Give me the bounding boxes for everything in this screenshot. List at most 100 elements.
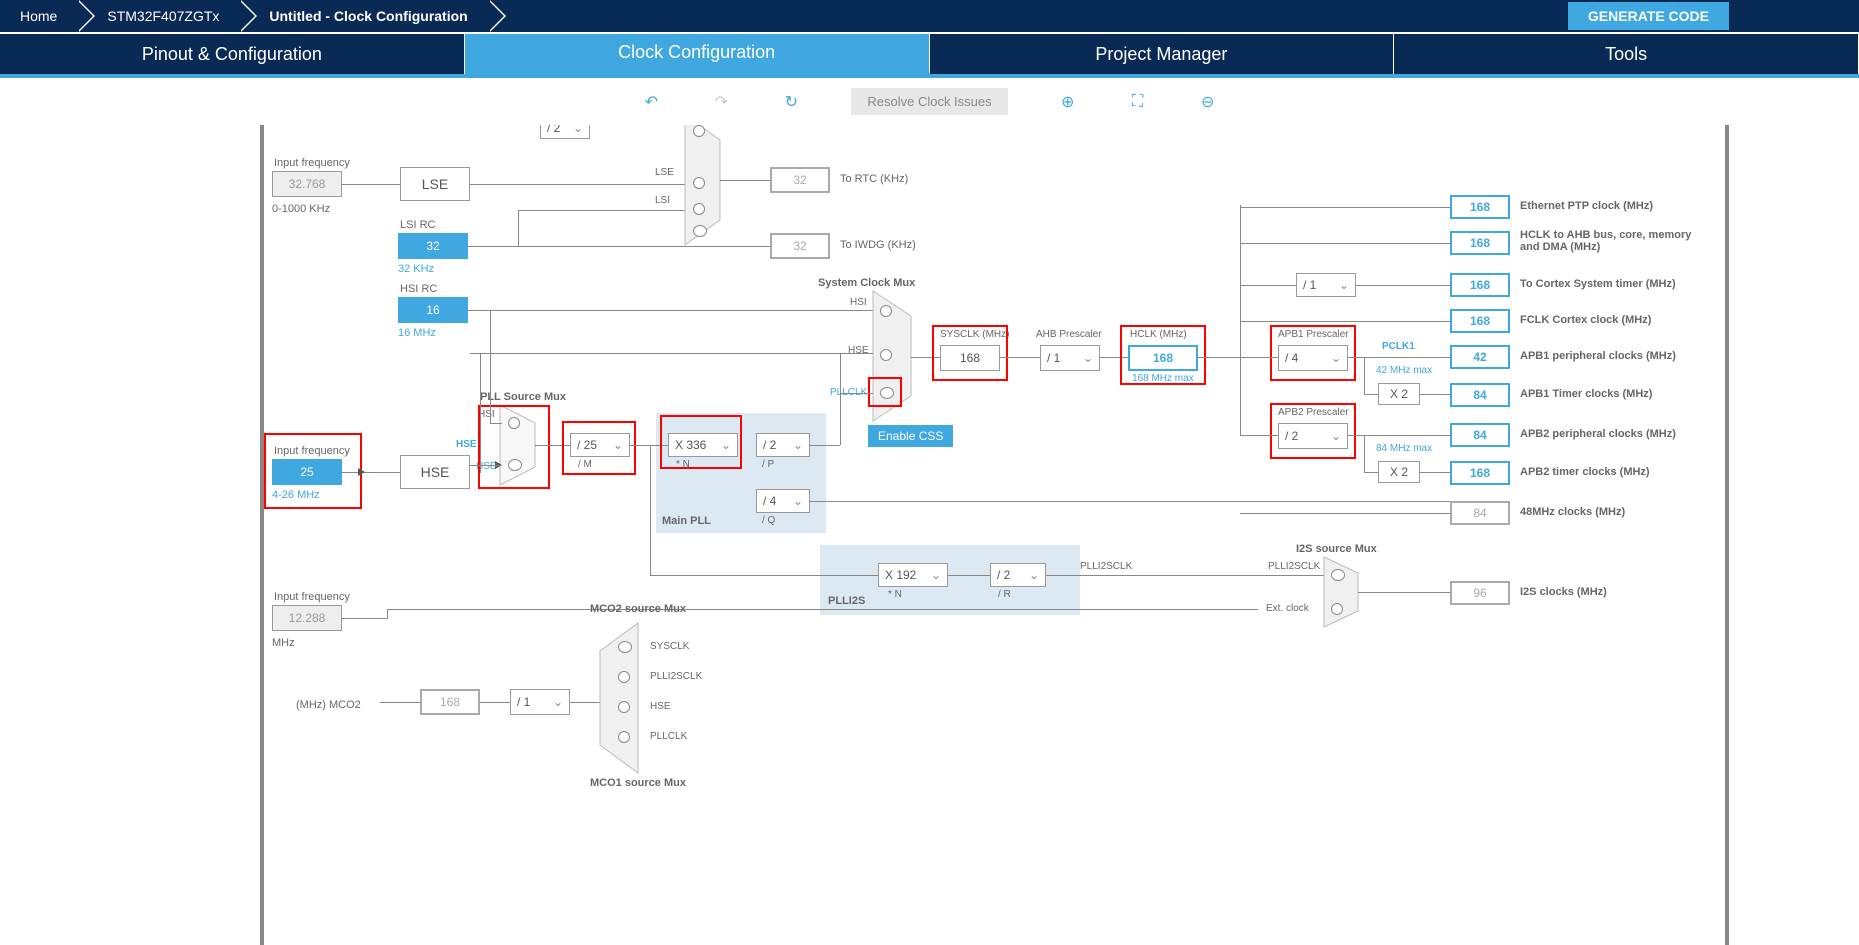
refresh-icon[interactable]: ↻ [781,92,801,112]
i2s-mux-plli2s-radio[interactable] [1331,569,1345,581]
plli2sclk-label-1: PLLI2SCLK [1080,561,1132,572]
rtc-mux-lsi-radio[interactable] [693,203,705,215]
tab-project[interactable]: Project Manager [930,34,1395,74]
lsi-signal-label: LSI [655,195,670,206]
pll-q-divider[interactable]: / 4 [756,489,810,513]
lse-signal-label: LSE [655,167,674,178]
apb1-prescaler[interactable]: / 4 [1278,345,1348,371]
out-systick-value: 168 [1450,273,1510,297]
plli2s-label: PLLI2S [828,595,865,607]
out-eth-label: Ethernet PTP clock (MHz) [1520,200,1653,212]
out-apb1p-label: APB1 peripheral clocks (MHz) [1520,350,1676,362]
undo-icon[interactable]: ↶ [641,92,661,112]
tab-pinout[interactable]: Pinout & Configuration [0,34,465,74]
lse-input-value[interactable]: 32.768 [272,171,342,197]
tab-clock[interactable]: Clock Configuration [465,34,930,74]
out-fclk-value: 168 [1450,309,1510,333]
hsi-value: 16 [398,297,468,323]
mco2-opt-hse: HSE [650,701,671,712]
hse-signal-label: HSE [456,439,477,450]
mco2-sysclk-radio[interactable] [618,641,632,653]
sysclk-value[interactable]: 168 [940,345,1000,371]
hse-source: HSE [400,455,470,489]
pll-n-multiplier[interactable]: X 336 [668,433,738,457]
divider-right [1725,125,1729,945]
breadcrumb-device[interactable]: STM32F407ZGTx [77,0,239,32]
hclk-max: 168 MHz max [1132,373,1194,384]
pll-n-label: * N [676,459,690,470]
out-usb48-label: 48MHz clocks (MHz) [1520,506,1625,518]
pll-p-label: / P [762,459,774,470]
hclk-label: HCLK (MHz) [1130,329,1187,340]
audio-input-title: Input frequency [274,591,350,603]
main-pll-label: Main PLL [662,515,711,527]
hsi-unit: 16 MHz [398,327,436,339]
sysmux-hsi-label: HSI [850,297,867,308]
apb2-timer-mult: X 2 [1378,461,1420,483]
out-i2s-label: I2S clocks (MHz) [1520,586,1607,598]
tab-tools[interactable]: Tools [1394,34,1859,74]
zoom-out-icon[interactable]: ⊖ [1198,92,1218,112]
out-usb48-value: 84 [1450,501,1510,525]
hse-input-value[interactable]: 25 [272,459,342,485]
out-apb2t-label: APB2 timer clocks (MHz) [1520,466,1650,478]
pclk1-label: PCLK1 [1382,341,1415,352]
breadcrumb-home[interactable]: Home [0,0,77,32]
fit-icon[interactable]: ⛶ [1128,92,1148,112]
systick-divider[interactable]: / 1 [1296,273,1356,297]
generate-code-button[interactable]: GENERATE CODE [1568,2,1729,30]
zoom-in-icon[interactable]: ⊕ [1058,92,1078,112]
mco2-divider[interactable]: / 1 [510,689,570,715]
pclk2-max: 84 MHz max [1376,443,1432,454]
pll-m-divider[interactable]: / 25 [570,433,630,457]
mco2-opt-sysclk: SYSCLK [650,641,689,652]
mco2-plli2s-radio[interactable] [618,671,630,683]
hsi-rc-label: HSI RC [400,283,437,295]
apb1-timer-mult: X 2 [1378,383,1420,405]
lse-source: LSE [400,167,470,201]
i2s-mux-title: I2S source Mux [1296,543,1377,555]
enable-css-button[interactable]: Enable CSS [868,425,953,447]
plli2s-n-multiplier[interactable]: X 192 [878,563,948,587]
main-tabs: Pinout & Configuration Clock Configurati… [0,34,1859,74]
divider-left [260,125,264,945]
mco2-hse-radio[interactable] [618,701,630,713]
rtc-output-value: 32 [770,167,830,193]
ahb-prescaler-label: AHB Prescaler [1036,329,1102,340]
breadcrumb-page[interactable]: Untitled - Clock Configuration [239,0,487,32]
out-apb2p-label: APB2 peripheral clocks (MHz) [1520,428,1676,440]
out-fclk-label: FCLK Cortex clock (MHz) [1520,314,1651,326]
rtc-mux-none-radio[interactable] [693,225,707,237]
lsi-unit: 32 KHz [398,263,434,275]
apb2-prescaler[interactable]: / 2 [1278,423,1348,449]
clock-diagram[interactable]: Input frequency 32.768 0-1000 KHz LSE LS… [0,125,1859,945]
rtc-mux-lse-radio[interactable] [693,177,705,189]
mco2-pllclk-radio[interactable] [618,731,630,743]
sysmux-pllclk-radio[interactable] [880,387,894,399]
sysclk-label: SYSCLK (MHz) [940,329,1009,340]
mco2-output-label: (MHz) MCO2 [296,699,361,711]
audio-input-value[interactable]: 12.288 [272,605,342,631]
rtc-hse-divider[interactable]: / 2 [540,125,590,139]
plli2s-r-label: / R [998,589,1011,600]
sysmux-hsi-radio[interactable] [880,305,892,317]
resolve-clock-issues-button[interactable]: Resolve Clock Issues [851,88,1007,115]
hclk-value[interactable]: 168 [1128,345,1198,371]
iwdg-output-value: 32 [770,233,830,259]
pll-src-hsi-radio[interactable] [508,417,520,429]
sysmux-hse-radio[interactable] [880,349,892,361]
mco2-value: 168 [420,689,480,715]
out-apb1p-value: 42 [1450,345,1510,369]
ahb-prescaler[interactable]: / 1 [1040,345,1100,371]
pll-q-label: / Q [762,515,775,526]
system-clock-mux-title: System Clock Mux [818,277,915,289]
pll-p-divider[interactable]: / 2 [756,433,810,457]
rtc-mux-hse-radio[interactable] [693,125,705,137]
out-eth-value: 168 [1450,195,1510,219]
pll-src-hse-radio[interactable] [508,459,522,471]
i2s-mux-ext-radio[interactable] [1331,603,1343,615]
plli2s-r-divider[interactable]: / 2 [990,563,1046,587]
apb2-prescaler-label: APB2 Prescaler [1278,407,1349,418]
out-apb2p-value: 84 [1450,423,1510,447]
audio-input-unit: MHz [272,637,295,649]
